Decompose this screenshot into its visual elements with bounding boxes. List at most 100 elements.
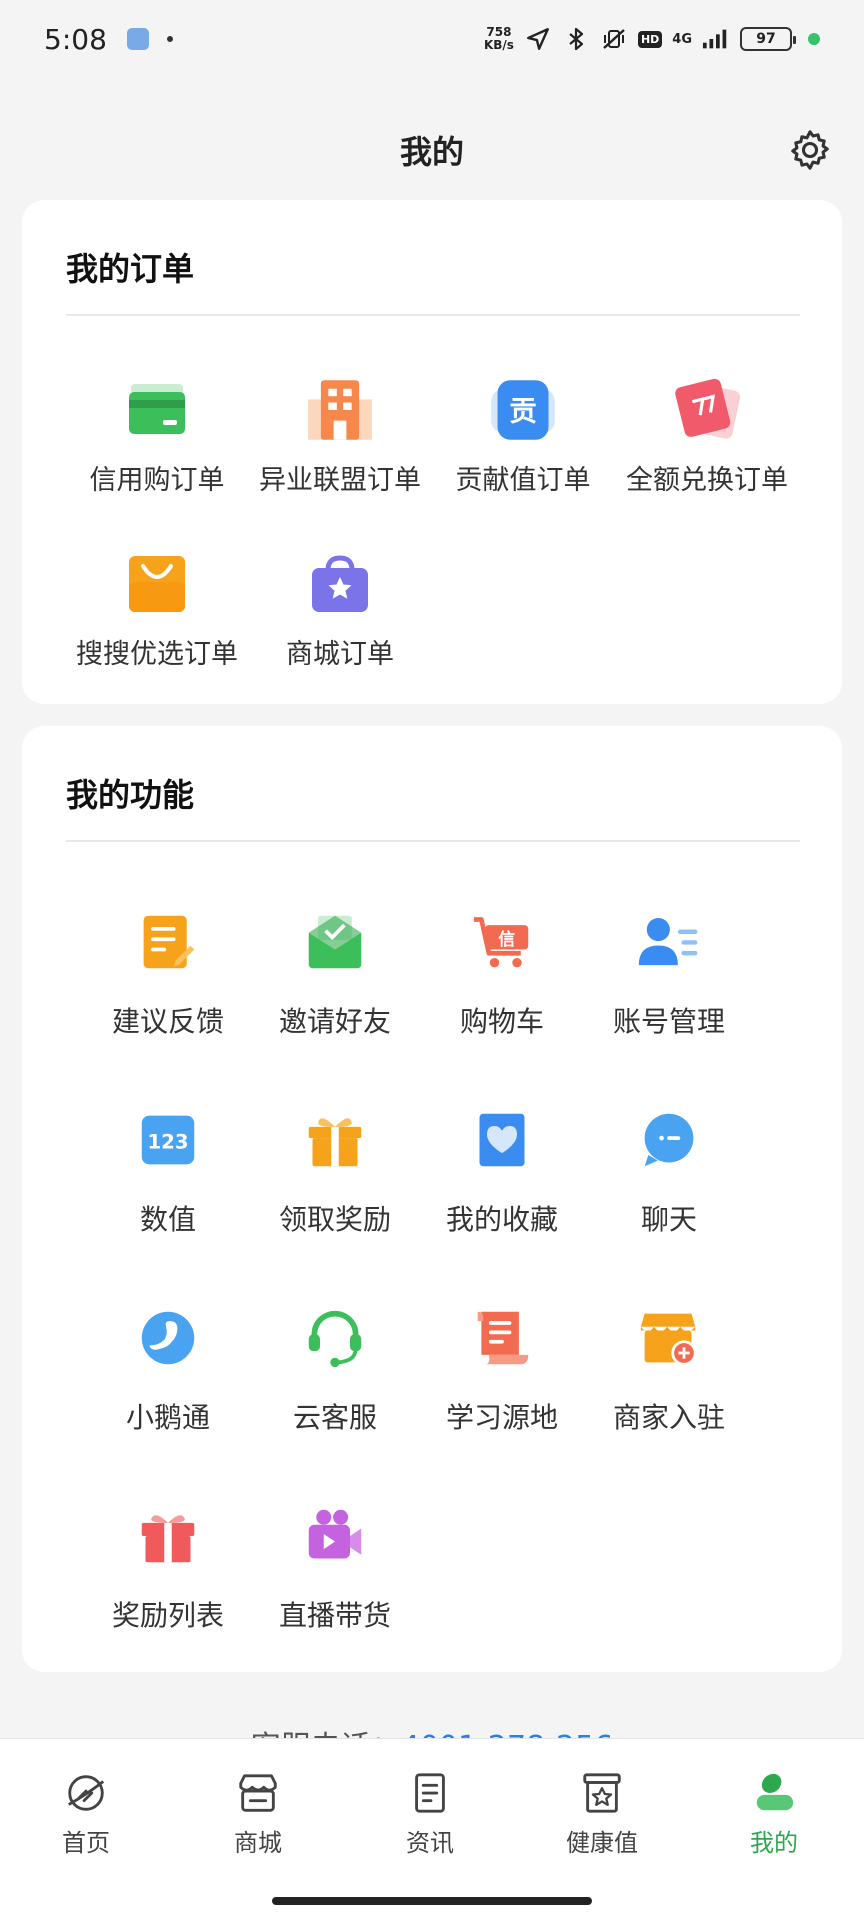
order-label: 异业联盟订单 [259,465,421,496]
video-camera-icon [303,1504,367,1568]
bottom-navigation: 首页 商城 资讯 健康值 我的 [0,1738,864,1920]
account-icon [637,910,701,974]
app-notification-icon [126,28,149,50]
cart-glyph: 信 [498,929,515,949]
order-contribution[interactable]: 贡 贡献值订单 [423,376,623,497]
function-label: 学习源地 [445,1401,558,1434]
function-values[interactable]: 123 数值 [84,1108,252,1238]
function-merchant-join[interactable]: 商家入驻 [585,1306,753,1436]
nav-news[interactable]: 资讯 [344,1769,516,1858]
privacy-indicator-icon [808,33,820,45]
home-indicator[interactable] [272,1897,592,1905]
order-mall[interactable]: 商城订单 [240,550,440,671]
nav-health-value[interactable]: 健康值 [516,1769,688,1858]
merchant-shop-icon [637,1306,701,1370]
bluetooth-icon [562,25,590,53]
status-icons: 758 KB/s HD 4G 97 [484,25,820,53]
function-label: 领取奖励 [278,1203,391,1236]
function-label: 我的收藏 [445,1203,558,1236]
store-icon [234,1769,282,1817]
order-label: 信用购订单 [89,465,225,496]
settings-button[interactable] [784,124,836,176]
order-soso-select[interactable]: 搜搜优选订单 [57,550,257,671]
function-invite-friends[interactable]: 邀请好友 [251,910,419,1040]
nav-mine[interactable]: 我的 [688,1769,860,1858]
status-time: 5:08 [44,22,107,56]
shopping-bag-icon [123,550,191,618]
my-orders-card: 我的订单 信用购订单 异业联盟订单 贡 贡献值订单 全额兑换订单 搜搜优选订单 [22,200,842,704]
function-learning-source[interactable]: 学习源地 [418,1306,586,1436]
order-credit-purchase[interactable]: 信用购订单 [57,376,257,497]
home-planet-icon [62,1769,110,1817]
function-claim-reward[interactable]: 领取奖励 [251,1108,419,1238]
nav-label: 商城 [234,1829,282,1857]
order-label: 贡献值订单 [455,465,591,496]
nav-label: 我的 [750,1829,798,1857]
order-cross-industry[interactable]: 异业联盟订单 [240,376,440,497]
heart-icon [470,1108,534,1172]
network-speed: 758 KB/s [484,26,514,52]
function-label: 云客服 [292,1401,377,1434]
function-shopping-cart[interactable]: 信 购物车 [418,910,586,1040]
nav-home[interactable]: 首页 [0,1769,172,1858]
contribution-icon: 贡 [489,376,557,444]
function-label: 奖励列表 [111,1599,224,1632]
gear-icon [791,130,829,170]
network-speed-unit: KB/s [483,38,514,52]
scroll-icon [470,1306,534,1370]
function-live-commerce[interactable]: 直播带货 [251,1504,419,1634]
health-star-icon [578,1769,626,1817]
function-xiaoetong[interactable]: 小鹅通 [84,1306,252,1436]
nav-label: 健康值 [566,1829,638,1857]
hd-badge: HD [637,30,663,48]
mute-vibrate-icon [600,25,628,53]
functions-section-title: 我的功能 [66,776,195,814]
news-icon [406,1769,454,1817]
function-account-management[interactable]: 账号管理 [585,910,753,1040]
function-label: 商家入驻 [612,1401,725,1434]
function-label: 账号管理 [612,1005,725,1038]
nav-label: 首页 [62,1829,110,1857]
notification-dot-icon [166,36,173,42]
numbers-icon: 123 [136,1108,200,1172]
function-chat[interactable]: 聊天 [585,1108,753,1238]
function-label: 小鹅通 [125,1401,210,1434]
function-cloud-service[interactable]: 云客服 [251,1306,419,1436]
feedback-icon [136,910,200,974]
chat-bubble-icon [637,1108,701,1172]
invite-envelope-icon [303,910,367,974]
headset-icon [303,1306,367,1370]
function-reward-list[interactable]: 奖励列表 [84,1504,252,1634]
nav-label: 资讯 [406,1829,454,1857]
page-title: 我的 [399,133,464,171]
gift-icon [136,1504,200,1568]
function-label: 购物车 [459,1005,544,1038]
status-bar: 5:08 758 KB/s HD 4G 97 [0,0,864,78]
signal-bars-icon [702,25,730,53]
order-label: 商城订单 [286,639,394,670]
nav-mall[interactable]: 商城 [172,1769,344,1858]
function-label: 聊天 [640,1203,697,1236]
gift-box-icon [303,1108,367,1172]
function-feedback[interactable]: 建议反馈 [84,910,252,1040]
ticket-icon [673,376,741,444]
orders-section-title: 我的订单 [66,250,195,288]
order-full-exchange[interactable]: 全额兑换订单 [607,376,807,497]
location-arrow-icon [524,25,552,53]
function-favorites[interactable]: 我的收藏 [418,1108,586,1238]
battery-indicator: 97 [740,27,796,51]
numbers-glyph: 123 [147,1130,188,1153]
profile-icon [750,1769,798,1817]
building-icon [306,376,374,444]
order-label: 搜搜优选订单 [76,639,238,670]
orders-divider [66,314,800,316]
store-bag-icon [306,550,374,618]
credit-card-icon [123,376,191,444]
order-label: 全额兑换订单 [626,465,788,496]
function-label: 邀请好友 [278,1005,391,1038]
function-label: 建议反馈 [111,1005,224,1038]
network-type: 4G [672,31,692,47]
page-header: 我的 [0,110,864,190]
function-label: 直播带货 [278,1599,391,1632]
my-functions-card: 我的功能 建议反馈 邀请好友 信 购物车 账号管理 123 数值 领取奖励 我的… [22,726,842,1672]
